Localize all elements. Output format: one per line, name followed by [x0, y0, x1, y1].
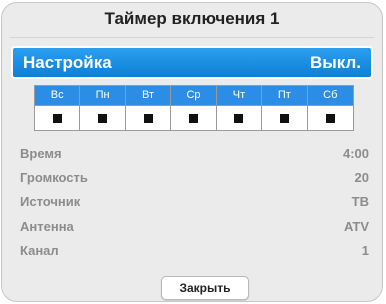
checkbox-mark — [188, 113, 198, 123]
setting-label: Настройка — [23, 52, 112, 72]
day-checkbox[interactable] — [216, 106, 262, 130]
row-value: 1 — [361, 243, 369, 259]
day-checkbox[interactable] — [35, 106, 80, 130]
day-label: Сб — [307, 86, 353, 106]
checkbox-mark — [52, 113, 62, 123]
day-label: Ср — [171, 86, 216, 106]
day-checkbox[interactable] — [307, 106, 353, 130]
checkbox-mark — [234, 113, 244, 123]
day-sat: Сб — [307, 86, 353, 130]
row-value: ATV — [343, 218, 369, 234]
row-time: Время 4:00 — [20, 141, 369, 165]
row-label: Время — [20, 145, 62, 161]
day-fri: Пт — [262, 86, 308, 130]
title-divider — [10, 37, 374, 38]
close-button[interactable]: Закрыть — [161, 276, 249, 300]
day-tue: Вт — [125, 86, 172, 130]
row-label: Громкость — [20, 170, 88, 186]
checkbox-mark — [143, 113, 153, 123]
setting-row[interactable]: Настройка Выкл. — [11, 46, 373, 79]
day-label: Вс — [35, 86, 80, 106]
row-antenna: Антенна ATV — [20, 214, 369, 238]
checkbox-mark — [98, 113, 108, 123]
setting-value: Выкл. — [309, 52, 361, 72]
day-thu: Чт — [216, 86, 263, 130]
day-wed: Ср — [171, 86, 217, 130]
day-label: Чт — [216, 86, 262, 106]
row-value: 4:00 — [342, 145, 369, 161]
checkbox-mark — [325, 113, 335, 123]
day-label: Вт — [125, 86, 171, 106]
day-checkbox[interactable] — [125, 106, 171, 130]
checkbox-mark — [279, 113, 289, 123]
timer-dialog: Таймер включения 1 Настройка Выкл. Вс Пн… — [1, 2, 383, 302]
row-channel: Канал 1 — [20, 239, 369, 263]
day-checkbox[interactable] — [171, 106, 216, 130]
day-mon: Пн — [80, 86, 126, 130]
dialog-title: Таймер включения 1 — [104, 9, 280, 28]
day-label: Пт — [262, 86, 307, 106]
weekday-grid: Вс Пн Вт Ср Чт Пт Сб — [34, 85, 354, 131]
row-source: Источник ТВ — [20, 190, 369, 214]
day-checkbox[interactable] — [80, 106, 125, 130]
row-value: 20 — [354, 170, 369, 186]
day-sun: Вс — [35, 86, 81, 130]
row-label: Канал — [20, 243, 59, 259]
setting-row-bar[interactable]: Настройка Выкл. — [13, 48, 371, 77]
day-checkbox[interactable] — [262, 106, 307, 130]
row-label: Антенна — [20, 218, 74, 234]
settings-list: Время 4:00 Громкость 20 Источник ТВ Анте… — [20, 141, 369, 263]
row-volume: Громкость 20 — [20, 165, 369, 189]
row-label: Источник — [20, 194, 81, 210]
row-value: ТВ — [351, 194, 369, 210]
day-label: Пн — [80, 86, 125, 106]
